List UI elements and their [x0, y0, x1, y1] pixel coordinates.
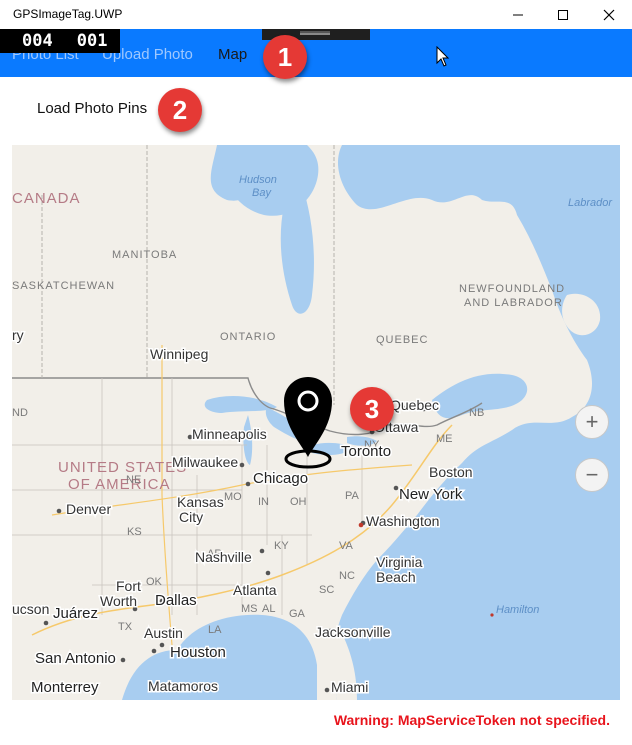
- map-city-boston: Boston: [429, 464, 473, 480]
- map-label-state: KS: [127, 526, 142, 538]
- map-city-matamoros: Matamoros: [148, 678, 218, 694]
- map-city-partial: ry: [12, 327, 24, 343]
- map-city-dallas: Dallas: [155, 592, 197, 609]
- map-label-canada: CANADA: [12, 190, 81, 207]
- map-city-beach: Beach: [376, 569, 416, 585]
- zoom-in-button[interactable]: +: [575, 405, 609, 439]
- map-label-state: IN: [258, 496, 269, 508]
- map-label-state: MO: [224, 491, 242, 503]
- map-label-region: AND LABRADOR: [464, 297, 563, 309]
- map-label-region: QUEBEC: [376, 334, 428, 346]
- map-city-san-antonio: San Antonio: [35, 650, 116, 667]
- window-title: GPSImageTag.UWP: [13, 7, 123, 21]
- minimize-button[interactable]: [495, 0, 541, 29]
- map-city-juarez: Juárez: [53, 605, 98, 622]
- frame-counter-left: 004: [22, 31, 53, 51]
- map-label-water: Bay: [252, 187, 272, 199]
- app-window: GPSImageTag.UWP Photo List Upload Photo …: [0, 0, 632, 745]
- map-city-washington: Washington: [366, 513, 439, 529]
- map-city-new-york: New York: [399, 486, 463, 503]
- map-city-fort: Fort: [116, 578, 141, 594]
- tab-map[interactable]: Map: [218, 46, 247, 63]
- map-label-state: PA: [345, 490, 360, 502]
- map-city-monterrey: Monterrey: [31, 679, 99, 696]
- map-label-of-america: OF AMERICA: [68, 476, 171, 493]
- map-label-state: MS: [241, 603, 258, 615]
- photo-pin-icon[interactable]: [284, 377, 332, 469]
- map-canvas: CANADA UNITED STATES OF AMERICA MANITOBA…: [12, 145, 620, 700]
- load-photo-pins-button[interactable]: Load Photo Pins: [37, 100, 147, 117]
- map-label-state: NB: [469, 407, 484, 419]
- map-city-tucson: ucson: [12, 601, 49, 617]
- map-city-jacksonville: Jacksonville: [315, 624, 391, 640]
- map-city-city: City: [179, 509, 203, 525]
- map-city-winnipeg: Winnipeg: [150, 346, 208, 362]
- map-label-water: Labrador: [568, 197, 613, 209]
- close-icon: [603, 9, 615, 20]
- map-city-nashville: Nashville: [195, 549, 252, 565]
- warning-message: Warning: MapServiceToken not specified.: [333, 712, 610, 728]
- map-label-state: KY: [274, 540, 289, 552]
- maximize-button[interactable]: [540, 0, 586, 29]
- minimize-icon: [513, 14, 523, 15]
- map-label-state: NC: [339, 570, 355, 582]
- map-city-toronto: Toronto: [341, 443, 391, 460]
- map-city-denver: Denver: [66, 501, 111, 517]
- title-bar: GPSImageTag.UWP: [0, 0, 632, 29]
- callout-badge-3: 3: [350, 387, 394, 431]
- map-label-state: AL: [262, 603, 275, 615]
- map-city-minneapolis: Minneapolis: [192, 426, 267, 442]
- map-label-state: OH: [290, 496, 307, 508]
- map-city-austin: Austin: [144, 625, 183, 641]
- map-label-state: NE: [126, 474, 141, 486]
- map-city-milwaukee: Milwaukee: [172, 454, 238, 470]
- map-label-region: ONTARIO: [220, 331, 276, 343]
- map-label-region: MANITOBA: [112, 249, 177, 261]
- map-city-worth: Worth: [100, 593, 137, 609]
- callout-badge-2: 2: [158, 88, 202, 132]
- map-label-state: GA: [289, 608, 306, 620]
- map-label-state: ND: [12, 407, 28, 419]
- map-city-houston: Houston: [170, 644, 226, 661]
- frame-counter-right: 001: [76, 31, 108, 51]
- maximize-icon: [558, 9, 568, 20]
- map-label-water: Hudson: [239, 174, 277, 186]
- map-label-state: VA: [339, 540, 354, 552]
- map-view[interactable]: CANADA UNITED STATES OF AMERICA MANITOBA…: [12, 145, 620, 700]
- map-label-region: SASKATCHEWAN: [12, 280, 115, 292]
- map-label-state: OK: [146, 576, 163, 588]
- map-label-state: SC: [319, 584, 334, 596]
- mouse-cursor-icon: [436, 46, 450, 67]
- callout-badge-1: 1: [263, 35, 307, 79]
- map-label-region: NEWFOUNDLAND: [459, 283, 565, 295]
- map-city-chicago: Chicago: [253, 470, 308, 487]
- map-label-united-states: UNITED STATES: [58, 459, 187, 476]
- map-city-quebec: Quebec: [390, 397, 439, 413]
- map-label-state: LA: [208, 624, 222, 636]
- map-city-virginia: Virginia: [376, 554, 423, 570]
- map-city-atlanta: Atlanta: [233, 582, 277, 598]
- map-label-state: ME: [436, 433, 453, 445]
- map-label-state: TX: [118, 621, 133, 633]
- map-city-miami: Miami: [331, 679, 368, 695]
- close-button[interactable]: [586, 0, 632, 29]
- map-city-hamilton: Hamilton: [496, 604, 539, 616]
- map-city-kansas: Kansas: [177, 494, 224, 510]
- zoom-out-button[interactable]: −: [575, 458, 609, 492]
- frame-rate-counter: 004 001: [0, 29, 120, 53]
